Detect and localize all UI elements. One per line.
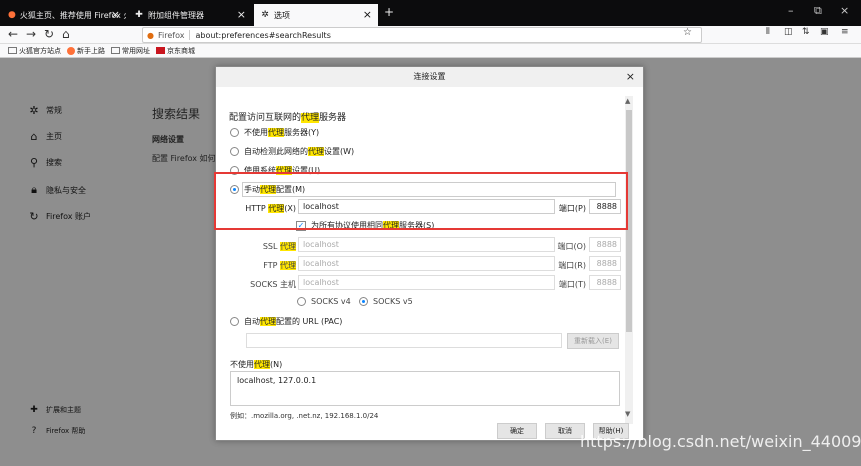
gear-icon: ✲ <box>261 10 269 20</box>
no-proxy-textarea[interactable]: localhost, 127.0.0.1 <box>230 371 620 406</box>
folder-icon <box>111 47 120 54</box>
library-icon[interactable]: ⫴ <box>766 27 770 37</box>
no-proxy-example: 例如：.mozilla.org, .net.nz, 192.168.1.0/24 <box>230 412 379 420</box>
close-icon[interactable]: × <box>111 8 120 21</box>
url-separator <box>189 30 191 40</box>
tab-label: 选项 <box>274 10 290 20</box>
window-close-icon[interactable]: × <box>840 4 849 17</box>
forward-icon[interactable]: → <box>26 27 36 41</box>
url-brand: Firefox <box>157 30 185 40</box>
bookmark-item[interactable]: 京东商城 <box>156 46 195 56</box>
ftp-proxy-label: FTP 代理 <box>263 261 296 270</box>
socks-port-input[interactable]: 8888 <box>589 275 621 290</box>
ftp-proxy-input[interactable]: localhost <box>298 256 555 271</box>
url-text: about:preferences#searchResults <box>195 30 331 40</box>
puzzle-icon: ✚ <box>135 10 143 20</box>
sync-icon: ↻ <box>29 210 39 223</box>
ssl-proxy-input[interactable]: localhost <box>298 237 555 252</box>
firefox-icon: ● <box>147 30 154 40</box>
ftp-port-label: 端口(R) <box>558 261 586 270</box>
proxy-heading: 配置访问互联网的代理服务器 <box>229 113 347 123</box>
bookmarks-bar: 火狐官方站点 新手上路 常用网址 京东商城 <box>0 44 861 58</box>
minimize-icon[interactable]: – <box>788 4 794 17</box>
tab-label: 附加组件管理器 <box>148 10 204 20</box>
tab-addons[interactable]: ✚ 附加组件管理器 × <box>128 4 252 26</box>
radio-pac[interactable] <box>230 317 239 326</box>
jd-icon <box>156 47 165 54</box>
bookmark-item[interactable]: 常用网址 <box>111 46 150 56</box>
close-icon[interactable]: × <box>363 8 372 21</box>
reload-icon[interactable]: ↻ <box>44 27 54 41</box>
bookmark-item[interactable]: 火狐官方站点 <box>8 46 61 56</box>
ok-button[interactable]: 确定 <box>497 423 537 439</box>
radio-auto-detect[interactable] <box>230 147 239 156</box>
url-bar[interactable]: ● Firefox about:preferences#searchResult… <box>142 27 702 43</box>
bookmark-item[interactable]: 新手上路 <box>67 46 105 56</box>
scroll-up-icon[interactable]: ▲ <box>625 97 630 105</box>
sync-icon[interactable]: ⇅ <box>802 27 810 37</box>
scroll-down-icon[interactable]: ▼ <box>625 410 630 418</box>
watermark: https://blog.csdn.net/weixin_44009675 <box>580 432 861 451</box>
option-auto-detect[interactable]: 自动检测此网络的代理设置(W) <box>230 146 354 157</box>
annotation-highlight-box <box>214 172 628 230</box>
socks-host-label: SOCKS 主机 <box>250 280 296 289</box>
socks-port-label: 端口(T) <box>558 280 586 289</box>
radio-socks-v4[interactable] <box>297 297 306 306</box>
no-proxy-label: 不使用代理(N) <box>230 360 283 369</box>
close-icon[interactable]: × <box>626 70 635 83</box>
restore-icon[interactable]: ⧉ <box>814 4 822 18</box>
bookmark-star-icon[interactable]: ☆ <box>683 27 692 38</box>
network-desc: 配置 Firefox 如何 <box>152 154 216 163</box>
search-results-title: 搜索结果 <box>152 107 201 121</box>
home-icon: ⌂ <box>30 130 38 143</box>
sidebar-item-home[interactable]: ⌂ 主页 <box>28 130 63 143</box>
tab-options[interactable]: ✲ 选项 × <box>254 4 378 26</box>
socks-host-input[interactable]: localhost <box>298 275 555 290</box>
ssl-proxy-label: SSL 代理 <box>262 242 296 251</box>
radio-no-proxy[interactable] <box>230 128 239 137</box>
radio-socks-v5[interactable] <box>359 297 368 306</box>
tab-firefox-home[interactable]: ● 火狐主页、推荐使用 Firefox 火... × <box>2 4 126 26</box>
new-tab-icon[interactable]: + <box>384 5 394 19</box>
option-pac[interactable]: 自动代理配置的 URL (PAC) <box>230 316 342 327</box>
folder-icon <box>8 47 17 54</box>
help-icon: ? <box>31 426 37 436</box>
sidebar-item-search[interactable]: ⚲ 搜索 <box>28 156 62 169</box>
gear-icon: ✲ <box>29 104 39 117</box>
sidebar-item-privacy[interactable]: 🔒︎ 隐私与安全 <box>28 183 86 197</box>
option-socks-v4[interactable]: SOCKS v4 <box>297 297 351 306</box>
close-icon[interactable]: × <box>237 8 246 21</box>
back-icon[interactable]: ← <box>8 27 18 41</box>
ssl-port-label: 端口(O) <box>557 242 586 251</box>
screenshot-icon[interactable]: ▣ <box>820 27 829 37</box>
nav-bar: ← → ↻ ⌂ ● Firefox about:preferences#sear… <box>0 26 861 44</box>
sidebar-icon[interactable]: ◫ <box>784 27 793 37</box>
search-icon: ⚲ <box>29 156 39 169</box>
dialog-title: 连接设置 <box>216 67 643 87</box>
option-socks-v5[interactable]: SOCKS v5 <box>359 297 413 306</box>
puzzle-icon: ✚ <box>30 405 38 415</box>
cancel-button[interactable]: 取消 <box>545 423 585 439</box>
lock-icon: 🔒︎ <box>31 183 37 196</box>
sidebar-item-account[interactable]: ↻ Firefox 账户 <box>28 210 91 223</box>
tab-bar: ● 火狐主页、推荐使用 Firefox 火... × ✚ 附加组件管理器 × ✲… <box>0 0 861 26</box>
sidebar-item-help[interactable]: ? Firefox 帮助 <box>28 426 86 436</box>
ssl-port-input[interactable]: 8888 <box>589 237 621 252</box>
ftp-port-input[interactable]: 8888 <box>589 256 621 271</box>
reload-button[interactable]: 重新载入(E) <box>567 333 619 349</box>
firefox-icon <box>67 46 75 55</box>
firefox-icon: ● <box>8 10 16 20</box>
home-icon[interactable]: ⌂ <box>62 27 70 41</box>
pac-url-input[interactable] <box>246 333 562 348</box>
network-heading: 网络设置 <box>152 135 184 144</box>
option-no-proxy[interactable]: 不使用代理服务器(Y) <box>230 127 319 138</box>
sidebar-item-addons[interactable]: ✚ 扩展和主题 <box>28 405 81 415</box>
sidebar-item-general[interactable]: ✲ 常规 <box>28 104 62 117</box>
menu-icon[interactable]: ≡ <box>841 27 849 37</box>
